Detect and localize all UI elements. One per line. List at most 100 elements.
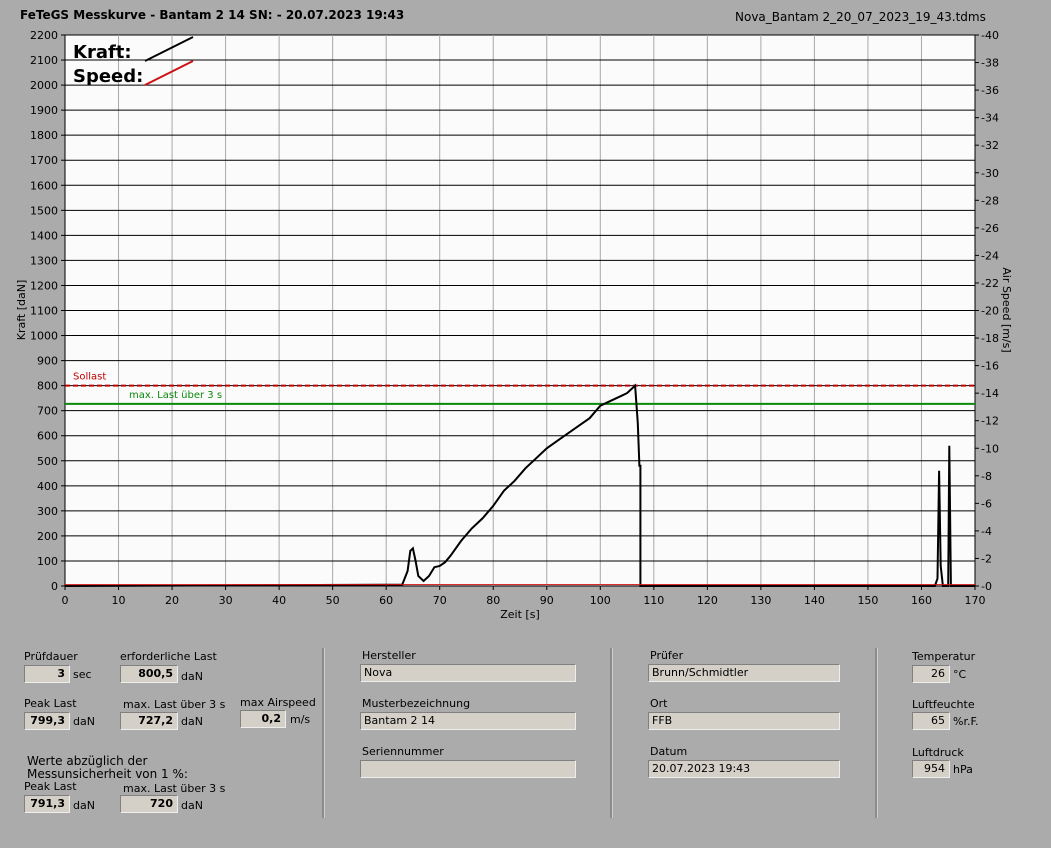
musterbezeichnung-label: Musterbezeichnung [362, 697, 471, 710]
temperatur-value: 26 [912, 665, 950, 683]
luftdruck-label: Luftdruck [912, 746, 964, 759]
luftfeuchte-unit: %r.F. [953, 715, 979, 728]
peak-last-corr-label: Peak Last [24, 780, 77, 793]
y2-tick-label: -8 [981, 470, 992, 483]
y-tick-label: 1300 [30, 254, 58, 267]
y2-tick-label: -0 [981, 580, 992, 593]
x-tick-label: 10 [112, 594, 126, 607]
hersteller-label: Hersteller [362, 649, 416, 662]
y2-tick-label: -4 [981, 525, 992, 538]
y-tick-label: 900 [37, 355, 58, 368]
peak-last-value: 799,3 [24, 712, 70, 730]
temperatur-label: Temperatur [912, 650, 976, 663]
force-speed-chart: 0 10 20 30 40 50 60 70 80 90 100 110 120 130 140 150 160… [15, 29, 1013, 621]
peak-last-corr-unit: daN [73, 799, 95, 812]
x-tick-label: 70 [433, 594, 447, 607]
pruefdauer-value: 3 [24, 665, 70, 683]
x-tick-label: 150 [857, 594, 878, 607]
max-last-corr-label: max. Last über 3 s [123, 782, 226, 795]
pruefdauer-label: Prüfdauer [24, 650, 78, 663]
x-tick-label: 110 [643, 594, 664, 607]
y2-tick-label: -24 [981, 249, 999, 262]
luftfeuchte-label: Luftfeuchte [912, 698, 975, 711]
y2-tick-label: -32 [981, 139, 999, 152]
y2-tick-label: -6 [981, 497, 992, 510]
max-last-corr-unit: daN [181, 799, 203, 812]
x-tick-label: 140 [804, 594, 825, 607]
erforderliche-last-unit: daN [181, 670, 203, 683]
y-tick-label: 800 [37, 380, 58, 393]
separator [610, 648, 613, 818]
ort-label: Ort [650, 697, 668, 710]
musterbezeichnung-field: Bantam 2 14 [360, 712, 576, 730]
hersteller-field: Nova [360, 664, 576, 682]
x-tick-label: 120 [697, 594, 718, 607]
y-tick-label: 1400 [30, 229, 58, 242]
y-tick-label: 1700 [30, 154, 58, 167]
y2-tick-label: -14 [981, 387, 999, 400]
y2-tick-label: -34 [981, 112, 999, 125]
y2-tick-label: -10 [981, 442, 999, 455]
y-tick-label: 2100 [30, 54, 58, 67]
max-last-value: 727,2 [120, 712, 178, 730]
y-tick-label: 500 [37, 455, 58, 468]
werte-note-2: Messunsicherheit von 1 %: [27, 767, 188, 781]
legend-speed-label: Speed: [73, 66, 143, 87]
seriennummer-field [360, 760, 576, 778]
y-tick-label: 1600 [30, 179, 58, 192]
y-tick-label: 2000 [30, 79, 58, 92]
y2-tick-label: -36 [981, 84, 999, 97]
peak-last-label: Peak Last [24, 697, 77, 710]
y2-tick-label: -38 [981, 57, 999, 70]
y-tick-label: 1800 [30, 129, 58, 142]
separator [322, 648, 325, 818]
y2-tick-label: -20 [981, 305, 999, 318]
x-axis-label: Zeit [s] [500, 608, 539, 621]
max-last-unit: daN [181, 715, 203, 728]
y-tick-label: 1000 [30, 330, 58, 343]
y2-tick-label: -12 [981, 415, 999, 428]
x-tick-label: 100 [590, 594, 611, 607]
luftfeuchte-value: 65 [912, 712, 950, 730]
y2-tick-label: -26 [981, 222, 999, 235]
x-tick-label: 50 [326, 594, 340, 607]
y-tick-label: 300 [37, 505, 58, 518]
y2-tick-label: -40 [981, 29, 999, 42]
y2-tick-label: -22 [981, 277, 999, 290]
max-last-corr-value: 720 [120, 795, 178, 813]
luftdruck-unit: hPa [953, 763, 973, 776]
y-tick-label: 0 [51, 580, 58, 593]
y2-tick-label: -2 [981, 552, 992, 565]
x-tick-label: 40 [272, 594, 286, 607]
y-axis-label: Kraft [daN] [15, 280, 28, 341]
x-tick-label: 60 [379, 594, 393, 607]
y-tick-label: 600 [37, 430, 58, 443]
x-tick-label: 160 [911, 594, 932, 607]
peak-last-unit: daN [73, 715, 95, 728]
datum-field: 20.07.2023 19:43 [648, 760, 840, 778]
reference-label: Sollast [73, 372, 106, 383]
y-tick-label: 1200 [30, 279, 58, 292]
x-tick-label: 170 [965, 594, 986, 607]
y-tick-label: 1900 [30, 104, 58, 117]
max-airspeed-unit: m/s [290, 713, 311, 726]
luftdruck-value: 954 [912, 760, 950, 778]
temperatur-unit: °C [953, 668, 967, 681]
ort-field: FFB [648, 712, 840, 730]
seriennummer-label: Seriennummer [362, 745, 444, 758]
x-tick-label: 130 [750, 594, 771, 607]
erforderliche-last-value: 800,5 [120, 665, 178, 683]
x-tick-label: 30 [219, 594, 233, 607]
max-last-label: max. Last über 3 s [123, 698, 226, 711]
werte-note: Werte abzüglich der [27, 754, 148, 768]
max-airspeed-label: max Airspeed [240, 696, 316, 709]
pruefer-field: Brunn/Schmidtler [648, 664, 840, 682]
y-tick-label: 700 [37, 405, 58, 418]
y-tick-label: 100 [37, 555, 58, 568]
x-tick-label: 80 [486, 594, 500, 607]
y2-tick-label: -16 [981, 360, 999, 373]
y2-tick-label: -28 [981, 194, 999, 207]
y2-tick-label: -18 [981, 332, 999, 345]
y2-tick-label: -30 [981, 167, 999, 180]
y-tick-label: 400 [37, 480, 58, 493]
